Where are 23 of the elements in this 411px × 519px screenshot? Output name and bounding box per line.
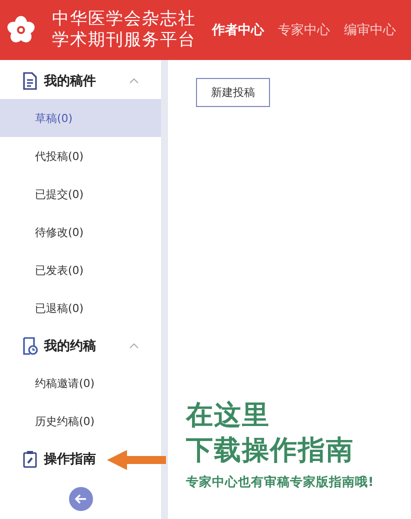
menu-item[interactable]: 历史约稿(0) [0,402,161,440]
annotation-text: 下载操作指南 [186,434,355,468]
annotation-text: 在这里 [186,399,271,433]
menu-item[interactable]: 约稿邀请(0) [0,364,161,402]
site-title: 中华医学会杂志社 [52,9,196,30]
menu-group[interactable]: 我的约稿 [0,327,161,364]
clipboard-icon [22,450,38,468]
menu-item[interactable]: 待修改(0) [0,213,161,251]
menu-item[interactable]: 草稿(0) [0,99,161,137]
menu-item[interactable]: 已发表(0) [0,251,161,289]
menu-group[interactable]: 我的稿件 [0,62,161,99]
menu-group[interactable]: 操作指南 [0,440,100,477]
annotation-note: 专家中心也有审稿专家版指南哦! [186,474,374,491]
menu-item[interactable]: 代投稿(0) [0,137,161,175]
site-title: 学术期刊服务平台 [52,30,196,51]
nav-tab[interactable]: 作者中心 [212,21,264,39]
flower-logo-icon [6,15,36,45]
clock-document-icon [22,336,38,354]
arrow-icon [107,450,166,470]
document-icon [22,72,38,90]
menu-item[interactable]: 已提交(0) [0,175,161,213]
new-submission-button[interactable]: 新建投稿 [196,78,270,107]
menu-item[interactable]: 已退稿(0) [0,289,161,327]
